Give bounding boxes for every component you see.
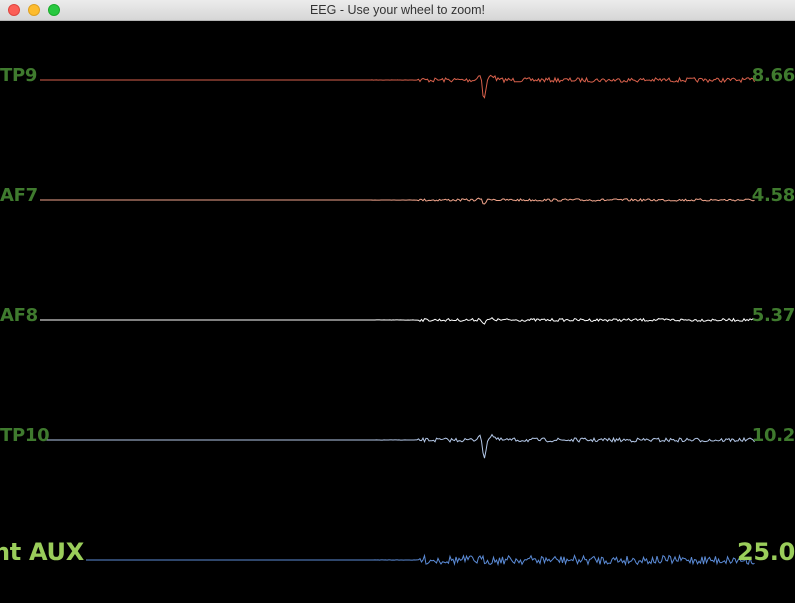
trace-af8 [40,317,755,325]
channel-value-tp10: 10.2 [751,425,795,446]
eeg-traces [40,74,755,567]
channel-label-af8: AF8 [0,305,38,326]
trace-af7 [40,197,755,205]
channel-label-tp9: TP9 [0,65,38,86]
channel-label-tp10: TP10 [0,425,50,446]
trace-tp10 [46,433,755,459]
channel-label-aux: nt AUX [0,538,84,566]
channel-label-af7: AF7 [0,185,38,206]
trace-aux [86,553,755,567]
window-titlebar[interactable]: EEG - Use your wheel to zoom! [0,0,795,21]
window-title: EEG - Use your wheel to zoom! [309,3,486,17]
channel-value-af8: 5.37 [751,305,795,326]
channel-value-af7: 4.58 [751,185,795,206]
trace-tp9 [40,74,755,99]
channel-value-tp9: 8.66 [751,65,795,86]
eeg-plot-canvas[interactable]: TP9 8.66 AF7 4.58 AF8 5.37 TP10 10.2 nt … [0,21,795,603]
channel-value-aux: 25.0 [736,538,795,566]
